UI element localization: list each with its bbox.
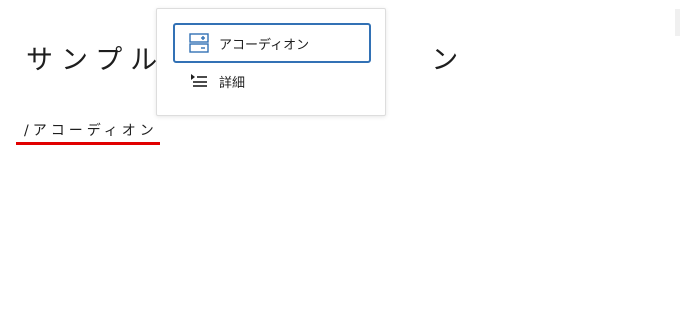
scrollbar-edge (675, 9, 680, 36)
page-title-right: ン (431, 45, 467, 76)
block-option-label: アコーディオン (219, 37, 310, 53)
editor-canvas: サンプル ン /アコーディオン アコーディオン 詳細 (0, 0, 680, 320)
details-list-icon (187, 69, 211, 93)
block-option-details[interactable]: 詳細 (173, 61, 371, 101)
spellcheck-underline (16, 142, 160, 145)
accordion-icon (187, 31, 211, 55)
block-option-label: 詳細 (219, 75, 246, 91)
page-title-left: サンプル (26, 45, 166, 76)
block-inserter-popover: アコーディオン 詳細 (156, 8, 386, 116)
block-option-accordion[interactable]: アコーディオン (173, 23, 371, 63)
slash-command-text[interactable]: /アコーディオン (24, 120, 158, 140)
